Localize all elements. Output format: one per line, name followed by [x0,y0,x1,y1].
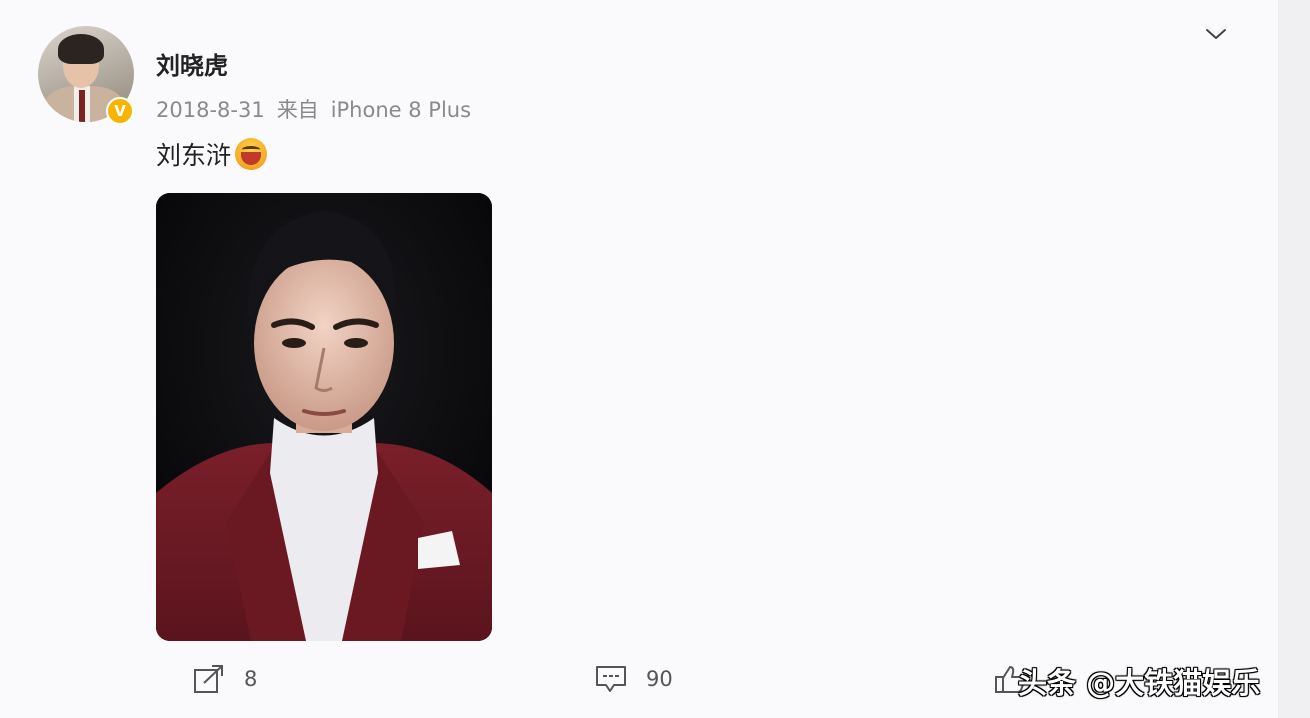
author-name[interactable]: 刘晓虎 [156,46,228,81]
comment-icon [596,666,626,692]
laughing-emoji-icon [235,138,268,170]
weibo-post-card: V 刘晓虎 2018-8-31 来自 iPhone 8 Plus 刘东浒 8 9… [0,0,1279,718]
source-device: iPhone 8 Plus [330,98,472,122]
avatar-tie [79,90,85,122]
avatar-hair [58,34,104,64]
repost-count: 8 [244,667,258,691]
post-meta: 2018-8-31 来自 iPhone 8 Plus [156,94,483,124]
comment-button[interactable]: 90 [594,664,673,694]
post-date[interactable]: 2018-8-31 [156,98,265,122]
portrait-image [156,193,492,641]
post-body: 刘东浒 [156,136,268,172]
watermark: 头条 @大铁猫娱乐 [1018,666,1261,700]
post-photo[interactable] [156,193,492,641]
post-text: 刘东浒 [156,141,232,170]
repost-button[interactable]: 8 [192,664,257,694]
comment-count: 90 [646,667,673,691]
repost-icon [194,665,223,693]
chevron-down-icon[interactable] [1204,24,1228,44]
page-right-edge [1279,0,1310,718]
verified-badge-icon: V [106,97,134,125]
source-prefix: 来自 [276,98,319,122]
